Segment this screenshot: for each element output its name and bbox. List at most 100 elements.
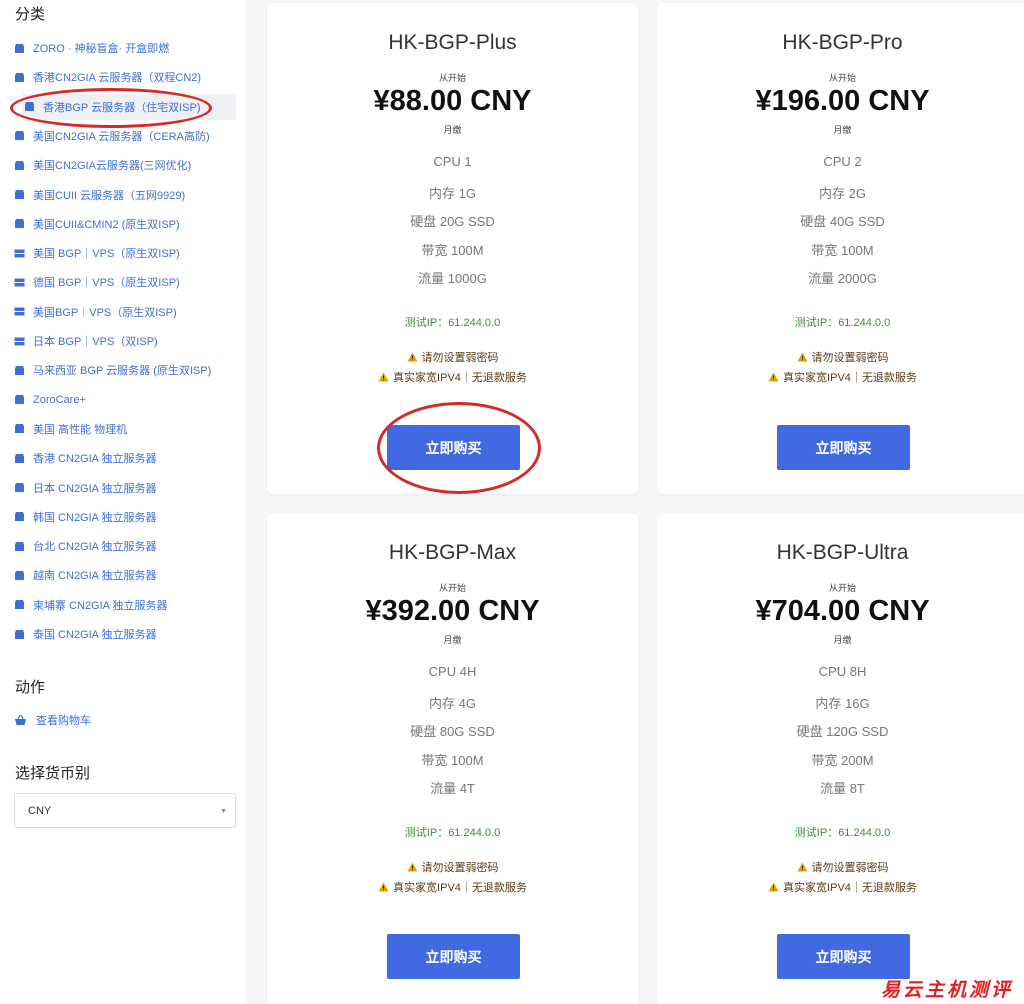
box-icon (14, 599, 25, 610)
price-from-label: 从开始 (438, 73, 466, 83)
category-label: 香港BGP 云服务器（住宅双ISP) (43, 101, 201, 114)
box-icon (14, 72, 25, 83)
spec-line: 流量 8T (820, 781, 865, 797)
category-label: 美国CUII 云服务器（五网9929) (33, 189, 186, 202)
warning-icon (378, 372, 389, 382)
currency-select[interactable]: CNY ▼ (14, 793, 236, 828)
spec-line: 硬盘 80G SSD (410, 724, 495, 740)
server-icon (14, 277, 25, 288)
warning-icon (797, 352, 808, 362)
product-card: HK-BGP-Max 从开始 ¥392.00 CNY 月缴 CPU 4H 内存 4G 硬盘 … (267, 513, 638, 1004)
product-name: HK-BGP-Ultra (776, 541, 909, 564)
warning-note: 请勿设置弱密码 (267, 859, 638, 875)
box-icon (24, 101, 35, 112)
buy-now-button[interactable]: 立即购买 (777, 934, 910, 979)
warning-note: 真实家宽IPV4｜无退款服务 (267, 369, 638, 385)
box-icon (14, 130, 25, 141)
spec-line: 内存 1G (429, 185, 476, 201)
buy-now-button[interactable]: 立即购买 (387, 934, 520, 979)
product-price: ¥704.00 CNY (755, 595, 930, 627)
spec-line: 内存 4G (429, 695, 476, 711)
spec-line: 硬盘 20G SSD (410, 214, 495, 230)
server-icon (14, 248, 25, 259)
warning-text: 请勿设置弱密码 (811, 862, 889, 874)
category-label: 美国BGP｜VPS（原生双ISP) (33, 306, 177, 319)
chevron-down-icon: ▼ (220, 808, 227, 815)
category-label: 泰国 CN2GIA 独立服务器 (33, 629, 157, 641)
warning-icon (407, 862, 418, 872)
warning-text: 请勿设置弱密码 (421, 862, 499, 874)
spec-line: CPU 1 (433, 154, 472, 169)
category-label: ZoroCare+ (33, 393, 86, 406)
category-label: 德国 BGP｜VPS（原生双ISP) (33, 277, 180, 290)
buy-now-button[interactable]: 立即购买 (387, 425, 520, 470)
warning-icon (797, 862, 808, 872)
category-item[interactable]: 德国 BGP｜VPS（原生双ISP) (12, 269, 236, 295)
category-item[interactable]: 美国 高性能 物理机 (12, 416, 236, 442)
buy-now-button[interactable]: 立即购买 (777, 425, 910, 470)
category-item[interactable]: 日本 BGP｜VPS（双ISP) (12, 328, 236, 354)
server-icon (14, 336, 25, 347)
test-ip: 测试IP：61.244.0.0 (404, 317, 501, 329)
product-card: HK-BGP-Pro 从开始 ¥196.00 CNY 月缴 CPU 2 内存 2G 硬盘 4… (657, 3, 1024, 494)
category-label: 美国CUII&CMIN2 (原生双ISP) (33, 218, 180, 231)
spec-line: 流量 4T (430, 781, 475, 797)
category-item[interactable]: 美国 BGP｜VPS（原生双ISP) (12, 240, 236, 266)
category-label: 柬埔寨 CN2GIA 独立服务器 (33, 599, 168, 612)
spec-line: 带宽 200M (811, 752, 874, 768)
category-item[interactable]: 香港 CN2GIA 独立服务器 (12, 445, 236, 471)
product-price: ¥392.00 CNY (365, 595, 540, 627)
product-price: ¥196.00 CNY (755, 85, 930, 117)
category-item[interactable]: 美国CUII&CMIN2 (原生双ISP) (12, 211, 236, 237)
category-item[interactable]: ZoroCare+ (12, 387, 236, 413)
warning-icon (407, 352, 418, 362)
spec-line: 流量 1000G (418, 271, 487, 287)
category-label: 美国 高性能 物理机 (33, 423, 128, 436)
box-icon (14, 511, 25, 522)
category-item[interactable]: 台北 CN2GIA 独立服务器 (12, 533, 236, 559)
product-name: HK-BGP-Plus (388, 31, 517, 54)
warning-note: 真实家宽IPV4｜无退款服务 (657, 369, 1024, 385)
category-item[interactable]: 越南 CN2GIA 独立服务器 (12, 562, 236, 588)
category-label: 美国CN2GIA 云服务器（CERA高防) (33, 130, 210, 143)
actions-heading: 动作 (15, 679, 46, 696)
box-icon (14, 482, 25, 493)
watermark: 易云主机测评 (881, 979, 1014, 1001)
server-icon (14, 306, 25, 317)
billing-cycle: 月缴 (833, 635, 852, 645)
category-item[interactable]: 美国BGP｜VPS（原生双ISP) (12, 299, 236, 325)
category-item[interactable]: 马来西亚 BGP 云服务器 (原生双ISP) (12, 357, 236, 383)
category-item[interactable]: 香港BGP 云服务器（住宅双ISP) (22, 93, 236, 120)
warning-text: 请勿设置弱密码 (811, 352, 889, 364)
view-cart-label: 查看购物车 (36, 715, 91, 727)
category-item[interactable]: 泰国 CN2GIA 独立服务器 (12, 621, 236, 647)
spec-line: 带宽 100M (421, 242, 484, 258)
category-item[interactable]: 美国CN2GIA云服务器(三网优化) (12, 152, 236, 178)
box-icon (14, 160, 25, 171)
box-icon (14, 629, 25, 640)
spec-line: 硬盘 40G SSD (800, 214, 885, 230)
warning-note: 请勿设置弱密码 (657, 349, 1024, 365)
category-item[interactable]: 美国CN2GIA 云服务器（CERA高防) (12, 123, 236, 149)
category-label: 日本 CN2GIA 独立服务器 (33, 482, 157, 495)
warning-text: 真实家宽IPV4｜无退款服务 (393, 881, 527, 894)
category-item[interactable]: ZORO · 神秘盲盒· 开盒即燃 (12, 35, 236, 61)
category-item[interactable]: 柬埔寨 CN2GIA 独立服务器 (12, 592, 236, 618)
category-item[interactable]: 香港CN2GIA 云服务器（双程CN2) (12, 64, 236, 90)
price-from-label: 从开始 (828, 73, 856, 83)
warning-note: 真实家宽IPV4｜无退款服务 (267, 879, 638, 895)
category-label: ZORO · 神秘盲盒· 开盒即燃 (33, 43, 170, 55)
box-icon (14, 218, 25, 229)
sidebar: 分类 ZORO · 神秘盲盒· 开盒即燃 香港CN2GIA 云服务器（双程CN2)… (0, 0, 245, 1004)
category-item[interactable]: 韩国 CN2GIA 独立服务器 (12, 504, 236, 530)
category-label: 香港 CN2GIA 独立服务器 (33, 453, 157, 466)
billing-cycle: 月缴 (443, 635, 462, 645)
view-cart-link[interactable]: 查看购物车 (14, 710, 91, 730)
category-item[interactable]: 美国CUII 云服务器（五网9929) (12, 182, 236, 208)
price-from-label: 从开始 (828, 583, 856, 593)
billing-cycle: 月缴 (833, 125, 852, 135)
test-ip: 测试IP：61.244.0.0 (794, 317, 891, 329)
category-item[interactable]: 日本 CN2GIA 独立服务器 (12, 475, 236, 501)
spec-line: 带宽 100M (811, 242, 874, 258)
box-icon (14, 423, 25, 434)
